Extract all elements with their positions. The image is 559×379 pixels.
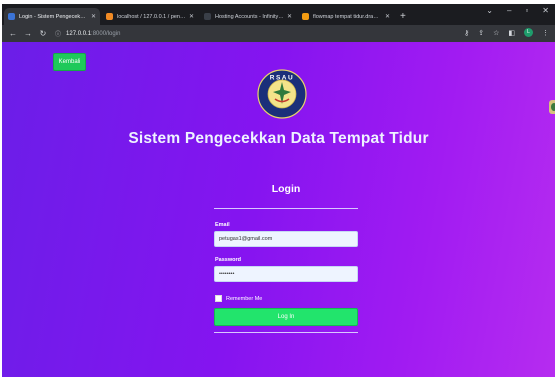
close-tab-icon[interactable]: ✕ — [287, 13, 292, 20]
forward-arrow-icon[interactable]: → — [24, 29, 32, 38]
tab-title: Login - Sistem Pengecekkan Tem — [19, 13, 88, 20]
favicon-icon — [204, 13, 211, 20]
email-field[interactable] — [214, 231, 358, 247]
tab-title: localhost / 127.0.0.1 / pengecek — [117, 13, 186, 20]
browser-window: Login - Sistem Pengecekkan Tem ✕ localho… — [2, 4, 555, 377]
url-host: 127.0.0.1 — [66, 30, 92, 37]
key-icon[interactable]: ⚷ — [464, 29, 469, 37]
minimize-icon[interactable]: – — [507, 6, 511, 15]
address-bar[interactable]: ⓘ 127.0.0.1 :8000/login — [55, 28, 445, 40]
divider — [214, 208, 358, 209]
email-label: Email — [215, 222, 230, 228]
favicon-icon — [8, 13, 15, 20]
new-tab-icon[interactable]: + — [400, 8, 406, 25]
page-title: Sistem Pengecekkan Data Tempat Tidur — [128, 130, 429, 147]
divider — [214, 332, 358, 333]
favicon-icon — [106, 13, 113, 20]
url-path: :8000/login — [91, 30, 121, 37]
password-label: Password — [215, 257, 241, 263]
side-emblem-icon — [549, 100, 555, 114]
tab-localhost[interactable]: localhost / 127.0.0.1 / pengecek ✕ — [102, 8, 198, 25]
login-button[interactable]: Log In — [214, 308, 358, 326]
reload-icon[interactable]: ↻ — [39, 29, 47, 38]
avatar[interactable]: L — [524, 28, 533, 37]
maximize-icon[interactable]: ▫ — [525, 6, 528, 15]
remember-label: Remember Me — [226, 295, 263, 302]
login-page: Kembali RSAU Sistem Pengecekkan Data Tem… — [2, 42, 555, 377]
remember-checkbox[interactable] — [215, 295, 222, 302]
tab-flowmap[interactable]: flowmap tempat tidur.drawio - d ✕ — [298, 8, 394, 25]
info-icon[interactable]: ⓘ — [55, 29, 61, 38]
sidebar-icon[interactable]: ◧ — [508, 29, 515, 37]
back-button[interactable]: Kembali — [53, 53, 86, 71]
chevron-down-icon[interactable]: ⌄ — [486, 6, 493, 15]
close-window-icon[interactable]: ✕ — [542, 6, 549, 15]
close-tab-icon[interactable]: ✕ — [91, 13, 96, 20]
toolbar-actions: ⚷ ⇪ ☆ ◧ L ⋮ — [464, 28, 549, 37]
tab-strip: Login - Sistem Pengecekkan Tem ✕ localho… — [2, 4, 555, 25]
back-arrow-icon[interactable]: ← — [9, 29, 17, 38]
tab-hosting[interactable]: Hosting Accounts - InfinityFree ✕ — [200, 8, 296, 25]
window-controls: ⌄ – ▫ ✕ — [486, 6, 549, 15]
remember-me: Remember Me — [215, 295, 262, 302]
share-icon[interactable]: ⇪ — [478, 29, 484, 37]
close-tab-icon[interactable]: ✕ — [189, 13, 194, 20]
favicon-icon — [302, 13, 309, 20]
login-heading: Login — [271, 183, 301, 195]
tab-title: Hosting Accounts - InfinityFree — [215, 13, 284, 20]
tab-title: flowmap tempat tidur.drawio - d — [313, 13, 382, 20]
tab-login[interactable]: Login - Sistem Pengecekkan Tem ✕ — [4, 8, 100, 25]
close-tab-icon[interactable]: ✕ — [385, 13, 390, 20]
address-toolbar: ← → ↻ ⓘ 127.0.0.1 :8000/login ⚷ ⇪ ☆ ◧ L … — [2, 25, 555, 42]
star-icon[interactable]: ☆ — [493, 29, 499, 37]
hospital-logo: RSAU — [257, 69, 307, 119]
menu-icon[interactable]: ⋮ — [542, 29, 549, 37]
password-field[interactable] — [214, 266, 358, 282]
logo-text: RSAU — [270, 75, 294, 82]
